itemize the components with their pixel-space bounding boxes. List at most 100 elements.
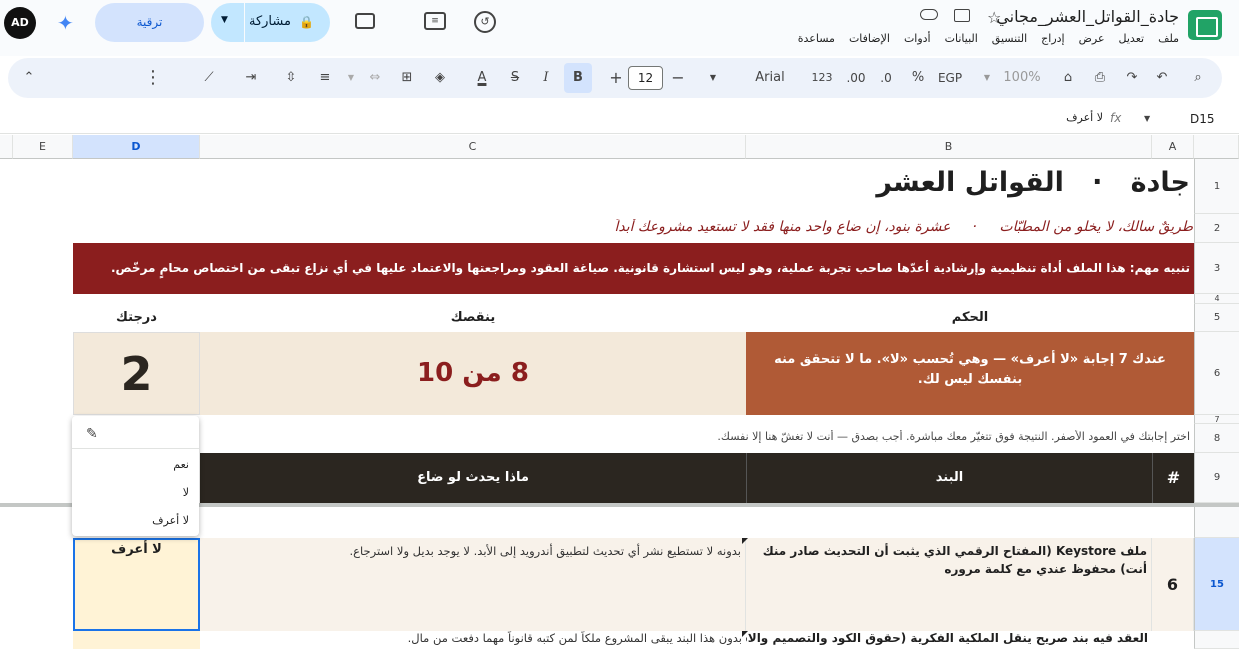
verdict-cell[interactable]: عندك 7 إجابة «لا أعرف» — وهي تُحسب «لا».… xyxy=(746,332,1194,415)
upgrade-button[interactable]: ترقية xyxy=(95,3,204,42)
verdict-header[interactable]: الحكم xyxy=(746,304,1194,332)
column-header-e[interactable]: E xyxy=(13,135,73,159)
meet-icon[interactable] xyxy=(355,13,375,29)
row-header-6[interactable]: 6 xyxy=(1194,332,1239,415)
increase-decimal-button[interactable]: .00 xyxy=(842,58,870,98)
column-header-spacer xyxy=(0,135,13,159)
row-header-4[interactable]: 4 xyxy=(1194,294,1239,304)
gemini-icon[interactable]: ✦ xyxy=(57,13,74,33)
score-header[interactable]: درجتك xyxy=(73,304,200,332)
paint-format-icon[interactable]: ⌂ xyxy=(1056,58,1080,98)
menu-extensions[interactable]: الإضافات xyxy=(849,32,890,45)
row-header-3[interactable]: 3 xyxy=(1194,243,1239,294)
menu-insert[interactable]: إدراج xyxy=(1041,32,1064,45)
strikethrough-button[interactable]: S xyxy=(504,58,526,98)
dropdown-option-no[interactable]: لا xyxy=(183,486,189,499)
decrease-font-size-button[interactable]: − xyxy=(668,58,688,98)
redo-icon[interactable]: ↷ xyxy=(1120,58,1144,98)
cloud-status-icon xyxy=(920,9,938,20)
row16-item[interactable]: العقد فيه بند صريح ينقل الملكية الفكرية … xyxy=(746,631,1152,649)
formula-input[interactable]: لا أعرف xyxy=(1058,111,1103,124)
name-box[interactable]: D15 xyxy=(1190,112,1215,126)
menu-tools[interactable]: أدوات xyxy=(904,32,931,45)
name-box-chevron-icon[interactable]: ▼ xyxy=(1144,114,1150,123)
percent-format-button[interactable]: % xyxy=(908,58,928,98)
horizontal-align-icon[interactable]: ≡ xyxy=(314,58,336,98)
comments-icon[interactable]: ≡ xyxy=(424,12,446,30)
menu-data[interactable]: البيانات xyxy=(945,32,978,45)
score-value[interactable]: 2 xyxy=(73,332,200,415)
missing-value[interactable]: 8 من 10 xyxy=(200,332,746,415)
increase-font-size-button[interactable]: + xyxy=(606,58,626,98)
select-all-corner[interactable] xyxy=(1194,135,1239,159)
zoom-chevron-icon[interactable]: ▼ xyxy=(980,58,994,98)
document-title[interactable]: جادة_القواتل_العشر_مجاني xyxy=(996,7,1179,26)
edit-pencil-icon[interactable]: ✎ xyxy=(86,426,98,442)
sheet-subtitle[interactable]: طريقٌ سالك، لا يخلو من المطبّات · عشرة ب… xyxy=(300,219,1193,235)
row-header-5[interactable]: 5 xyxy=(1194,304,1239,332)
print-icon[interactable]: ⎙ xyxy=(1088,58,1112,98)
dropdown-option-dont-know[interactable]: لا أعرف xyxy=(152,514,189,527)
sheet-title[interactable]: جادة · القواتل العشر xyxy=(300,167,1190,198)
decrease-decimal-button[interactable]: .0 xyxy=(874,58,898,98)
italic-button[interactable]: I xyxy=(536,58,556,98)
menu-file[interactable]: ملف xyxy=(1158,32,1179,45)
row16-answer[interactable] xyxy=(73,631,200,649)
borders-icon[interactable]: ⊞ xyxy=(396,58,418,98)
text-color-button[interactable]: A xyxy=(470,58,494,98)
undo-icon[interactable]: ↶ xyxy=(1150,58,1174,98)
menu-edit[interactable]: تعديل xyxy=(1119,32,1145,45)
row16-impact[interactable]: بدون هذا البند يبقى المشروع ملكاً لمن كت… xyxy=(200,631,746,649)
column-header-c[interactable]: C xyxy=(200,135,746,159)
font-size-input[interactable]: 12 xyxy=(628,66,663,90)
share-button[interactable]: مشاركة 🔒 ▼ xyxy=(211,3,330,42)
menu-view[interactable]: عرض xyxy=(1079,32,1105,45)
collapse-toolbar-icon[interactable]: ⌃ xyxy=(18,58,40,98)
row-header-9[interactable]: 9 xyxy=(1194,453,1239,503)
zoom-select[interactable]: 100% xyxy=(1002,58,1042,98)
number-format-button[interactable]: 123 xyxy=(808,58,836,98)
table-header-item[interactable]: البند xyxy=(746,453,1152,503)
font-chevron-icon[interactable]: ▼ xyxy=(706,58,720,98)
merge-cells-icon[interactable]: ⇔ xyxy=(364,58,386,98)
menu-format[interactable]: التنسيق xyxy=(992,32,1027,45)
table-header-num[interactable]: # xyxy=(1152,453,1194,503)
avatar[interactable]: AD xyxy=(4,7,36,39)
fill-color-icon[interactable]: ◈ xyxy=(428,58,452,98)
currency-format-button[interactable]: EGP xyxy=(934,58,966,98)
column-header-d[interactable]: D xyxy=(73,135,200,159)
more-options-icon[interactable]: ⋮ xyxy=(144,58,162,98)
merge-chevron-icon[interactable]: ▼ xyxy=(344,58,358,98)
row-header-1[interactable]: 1 xyxy=(1194,159,1239,214)
search-menus-icon[interactable]: ⌕ xyxy=(1186,58,1210,98)
move-folder-icon[interactable] xyxy=(954,9,970,22)
column-header-a[interactable]: A xyxy=(1152,135,1194,159)
text-wrapping-icon[interactable]: ⇥ xyxy=(240,58,262,98)
text-rotation-icon[interactable]: ⟋ xyxy=(198,58,220,98)
vertical-align-icon[interactable]: ⇳ xyxy=(280,58,302,98)
version-history-icon[interactable]: ↺ xyxy=(474,11,496,33)
answer-cell-selected[interactable]: لا أعرف xyxy=(73,538,200,631)
row-header-7[interactable]: 7 xyxy=(1194,415,1239,424)
row-header-16[interactable] xyxy=(1194,631,1239,649)
missing-header[interactable]: ينقصك xyxy=(200,304,746,332)
warning-banner[interactable]: تنبيه مهم: هذا الملف أداة تنظيمية وإرشاد… xyxy=(73,243,1194,294)
star-icon[interactable]: ☆ xyxy=(987,8,1001,27)
chevron-down-icon[interactable]: ▼ xyxy=(221,15,228,25)
row15-impact[interactable]: بدونه لا تستطيع نشر أي تحديث لتطبيق أندر… xyxy=(200,538,746,631)
column-header-b[interactable]: B xyxy=(746,135,1152,159)
row-header-8[interactable]: 8 xyxy=(1194,424,1239,453)
row15-num[interactable]: 6 xyxy=(1152,538,1194,631)
row-header-2[interactable]: 2 xyxy=(1194,214,1239,243)
instruction-text[interactable]: اختر إجابتك في العمود الأصفر. النتيجة فو… xyxy=(400,430,1190,443)
font-family-select[interactable]: Arial xyxy=(748,58,792,98)
bold-button[interactable]: B xyxy=(564,63,592,93)
row-header-15[interactable]: 15 xyxy=(1194,538,1239,631)
sheets-logo-icon[interactable] xyxy=(1188,10,1222,40)
menu-help[interactable]: مساعدة xyxy=(798,32,835,45)
dropdown-menu: ✎ نعم لا لا أعرف xyxy=(72,416,199,536)
note-indicator-icon xyxy=(742,538,748,544)
dropdown-option-yes[interactable]: نعم xyxy=(173,458,189,471)
table-header-impact[interactable]: ماذا يحدث لو ضاع xyxy=(200,453,746,503)
row15-item[interactable]: ملف Keystore (المفتاح الرقمي الذي يثبت أ… xyxy=(746,538,1152,631)
